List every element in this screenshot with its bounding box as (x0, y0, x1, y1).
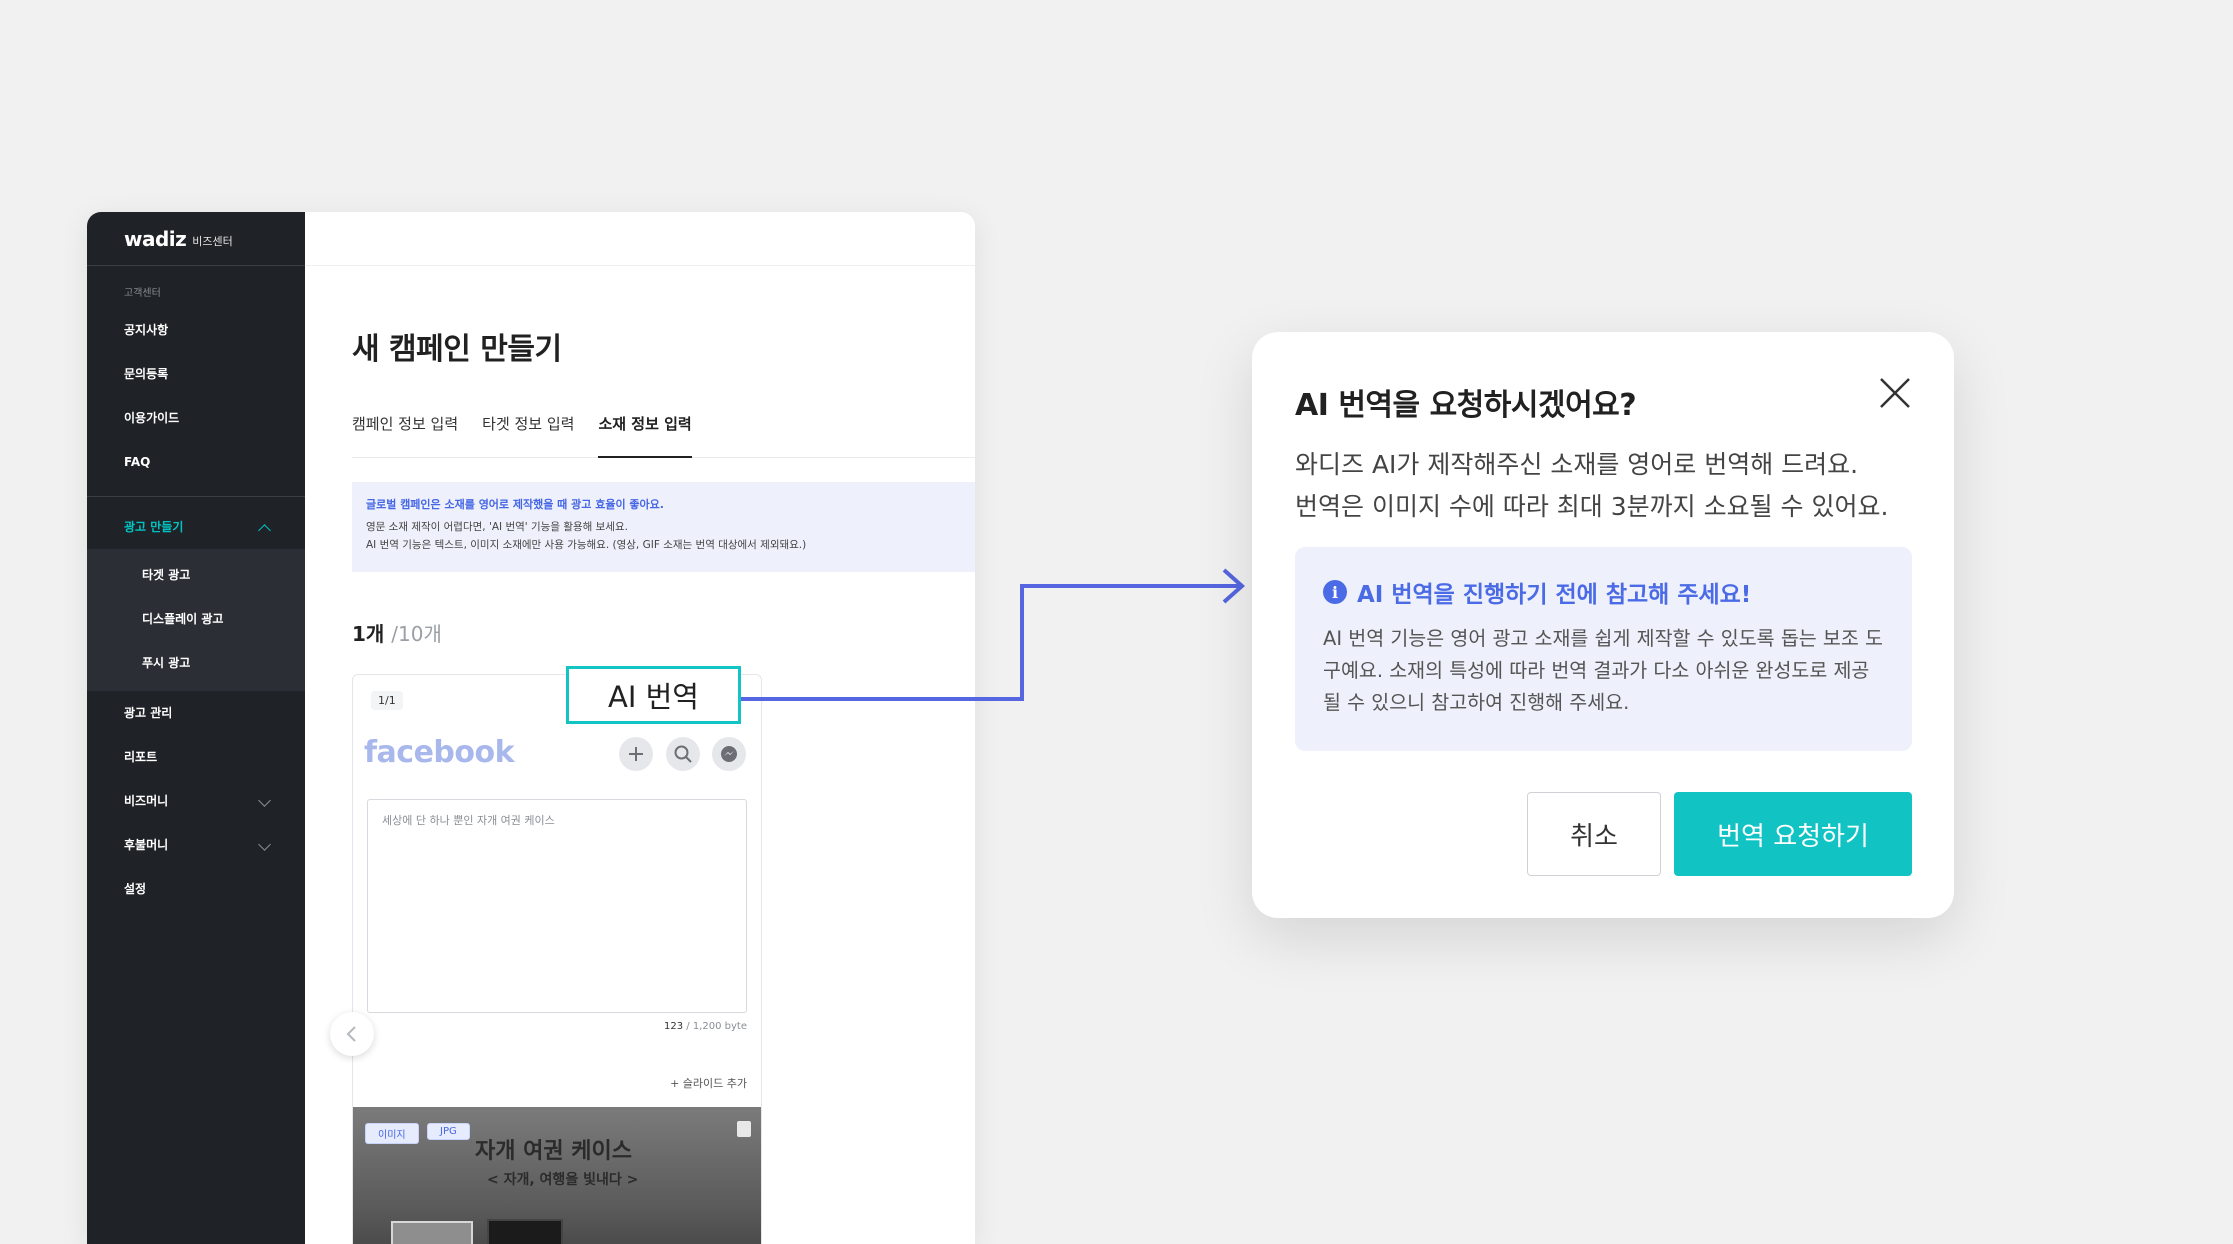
creative-thumbnail: 이미지 JPG 자개 여권 케이스 < 자개, 여행을 빛내다 > (353, 1107, 761, 1244)
byte-counter: 123 / 1,200 byte (664, 1021, 747, 1032)
notice-highlight: 글로벌 캠페인은 소재를 영어로 제작했을 때 광고 효율이 좋아요. (366, 498, 664, 511)
search-icon[interactable] (666, 737, 700, 771)
sidebar-caption: 고객센터 (124, 288, 161, 299)
sidebar-subitem-display-ad[interactable]: 디스플레이 광고 (87, 597, 305, 641)
count-total: /10개 (391, 622, 442, 646)
info-icon: i (1323, 580, 1347, 604)
plus-icon[interactable] (619, 737, 653, 771)
sidebar: wadiz 비즈센터 고객센터 공지사항 문의등록 이용가이드 FAQ 광고 만… (87, 212, 305, 1244)
byte-count: 123 (664, 1021, 684, 1032)
chevron-left-icon[interactable] (330, 1012, 374, 1056)
tag-image: 이미지 (365, 1123, 419, 1144)
thumbnail-photo (487, 1219, 563, 1244)
creative-count: 1개 /10개 (352, 618, 442, 647)
plus-icon: + (670, 1077, 683, 1090)
thumbnail-subtitle: < 자개, 여행을 빛내다 > (487, 1172, 639, 1188)
page-indicator: 1/1 (371, 691, 403, 710)
info-title: AI 번역을 진행하기 전에 참고해 주세요! (1357, 582, 1752, 608)
messenger-icon[interactable] (712, 737, 746, 771)
sidebar-item-inquiry[interactable]: 문의등록 (87, 352, 305, 396)
close-icon[interactable] (1878, 376, 1912, 410)
tag-jpg: JPG (427, 1123, 470, 1140)
top-bar (305, 212, 975, 266)
step-tabs: 캠페인 정보 입력 타겟 정보 입력 소재 정보 입력 (352, 410, 975, 458)
ai-translate-callout[interactable]: AI 번역 (566, 666, 741, 724)
facebook-logo: facebook (364, 735, 515, 770)
logo-subtitle: 비즈센터 (192, 234, 233, 248)
count-current: 1개 (352, 622, 385, 646)
wadiz-logo[interactable]: wadiz (124, 227, 187, 251)
dialog-desc-line: 와디즈 AI가 제작해주신 소재를 영어로 번역해 드려요. (1295, 450, 1859, 479)
sidebar-item-postpaid[interactable]: 후불머니 (87, 823, 305, 867)
chevron-up-icon (258, 524, 271, 537)
ai-translate-dialog: AI 번역을 요청하시겠어요? 와디즈 AI가 제작해주신 소재를 영어로 번역… (1252, 332, 1954, 918)
notice-line: AI 번역 기능은 텍스트, 이미지 소재에만 사용 가능해요. (영상, GI… (366, 539, 807, 551)
notice-banner: 글로벌 캠페인은 소재를 영어로 제작했을 때 광고 효율이 좋아요. 영문 소… (352, 482, 975, 572)
sidebar-item-settings[interactable]: 설정 (87, 867, 305, 911)
sidebar-submenu: 타겟 광고 디스플레이 광고 푸시 광고 (87, 549, 305, 691)
thumbnail-title: 자개 여권 케이스 (475, 1138, 632, 1164)
info-body: AI 번역 기능은 영어 광고 소재를 쉽게 제작할 수 있도록 돕는 보조 도… (1323, 627, 1883, 714)
sidebar-item-faq[interactable]: FAQ (87, 440, 305, 484)
tab-target-info[interactable]: 타겟 정보 입력 (482, 410, 574, 458)
sidebar-item-ad-manage[interactable]: 광고 관리 (87, 691, 305, 735)
sidebar-header: wadiz 비즈센터 (87, 212, 305, 266)
trash-icon[interactable] (737, 1121, 751, 1137)
sidebar-item-label: 광고 만들기 (124, 520, 184, 534)
tab-campaign-info[interactable]: 캠페인 정보 입력 (352, 410, 458, 458)
creative-card: 1/1 facebook 세상에 단 하나 뿐인 자개 여권 케이스 123 /… (352, 674, 762, 1244)
page-title: 새 캠페인 만들기 (352, 332, 562, 367)
sidebar-divider (87, 496, 305, 497)
sidebar-item-guide[interactable]: 이용가이드 (87, 396, 305, 440)
sidebar-item-bizmoney[interactable]: 비즈머니 (87, 779, 305, 823)
tab-creative-info[interactable]: 소재 정보 입력 (598, 410, 692, 458)
sidebar-item-report[interactable]: 리포트 (87, 735, 305, 779)
main-content: 새 캠페인 만들기 캠페인 정보 입력 타겟 정보 입력 소재 정보 입력 글로… (305, 212, 975, 1244)
sidebar-item-label: 후불머니 (124, 838, 169, 852)
app-window: wadiz 비즈센터 고객센터 공지사항 문의등록 이용가이드 FAQ 광고 만… (87, 212, 975, 1244)
sidebar-item-label: 비즈머니 (124, 794, 169, 808)
cancel-button[interactable]: 취소 (1527, 792, 1661, 876)
info-box: i AI 번역을 진행하기 전에 참고해 주세요! AI 번역 기능은 영어 광… (1295, 547, 1912, 751)
info-heading: i AI 번역을 진행하기 전에 참고해 주세요! (1323, 575, 1884, 609)
add-slide-label: 슬라이드 추가 (682, 1077, 747, 1090)
dialog-title: AI 번역을 요청하시겠어요? (1295, 388, 1637, 423)
request-translation-button[interactable]: 번역 요청하기 (1674, 792, 1912, 876)
sidebar-subitem-target-ad[interactable]: 타겟 광고 (87, 553, 305, 597)
chevron-down-icon (258, 838, 271, 851)
dialog-desc-line: 번역은 이미지 수에 따라 최대 3분까지 소요될 수 있어요. (1295, 492, 1889, 521)
sidebar-item-notice[interactable]: 공지사항 (87, 308, 305, 352)
chevron-down-icon (258, 794, 271, 807)
ad-text-input[interactable]: 세상에 단 하나 뿐인 자개 여권 케이스 (367, 799, 747, 1013)
notice-line: 영문 소재 제작이 어렵다면, 'AI 번역' 기능을 활용해 보세요. (366, 521, 628, 533)
sidebar-subitem-push-ad[interactable]: 푸시 광고 (87, 641, 305, 685)
dialog-description: 와디즈 AI가 제작해주신 소재를 영어로 번역해 드려요. 번역은 이미지 수… (1295, 444, 1935, 528)
add-slide-button[interactable]: + 슬라이드 추가 (670, 1075, 747, 1091)
thumbnail-photo (391, 1221, 473, 1244)
byte-limit: / 1,200 byte (683, 1021, 747, 1032)
sidebar-item-create-ad[interactable]: 광고 만들기 (87, 505, 305, 549)
